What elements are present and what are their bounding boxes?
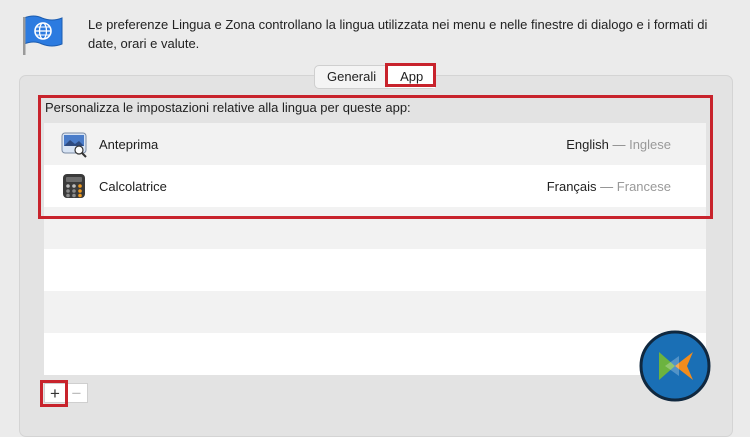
- empty-row: [44, 333, 706, 375]
- watermark-logo: [639, 330, 711, 402]
- remove-app-button[interactable]: −: [66, 383, 88, 403]
- add-button-highlight: [40, 380, 68, 407]
- tab-generali[interactable]: Generali: [315, 66, 388, 88]
- empty-row: [44, 249, 706, 291]
- empty-row: [44, 291, 706, 333]
- apps-list-highlight: [38, 95, 713, 219]
- globe-flag-icon: [23, 15, 63, 55]
- tab-app-highlight: [385, 63, 436, 87]
- header-description: Le preferenze Lingua e Zona controllano …: [88, 17, 708, 51]
